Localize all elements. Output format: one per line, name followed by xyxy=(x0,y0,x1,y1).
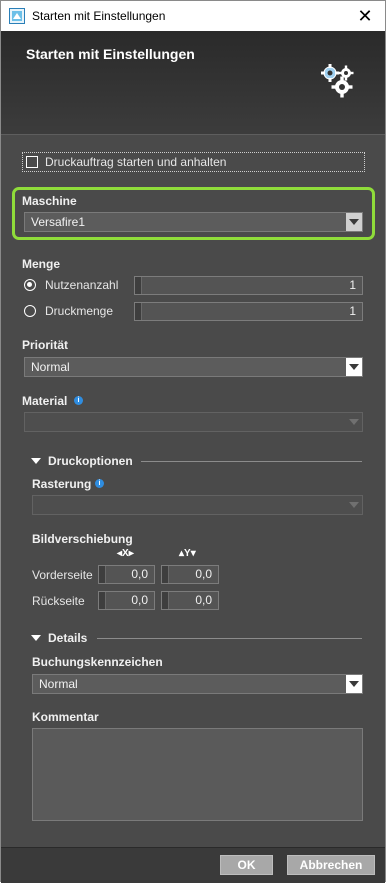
druckoptionen-collapse-icon[interactable] xyxy=(31,458,41,464)
input-grip xyxy=(162,592,169,609)
prioritaet-select[interactable]: Normal xyxy=(24,357,363,377)
maschine-select[interactable]: Versafire1 xyxy=(24,212,363,232)
maschine-label: Maschine xyxy=(22,194,77,208)
gears-icon xyxy=(321,64,354,98)
input-grip xyxy=(135,303,142,320)
rueckseite-x-value: 0,0 xyxy=(131,593,148,607)
vorderseite-y-value: 0,0 xyxy=(195,567,212,581)
dialog-header: Starten mit Einstellungen xyxy=(1,31,385,135)
cancel-button[interactable]: Abbrechen xyxy=(287,855,375,875)
nutzenanzahl-radio[interactable] xyxy=(24,279,36,291)
buchung-select[interactable]: Normal xyxy=(32,674,363,694)
chevron-down-icon[interactable] xyxy=(346,675,362,693)
chevron-down-icon[interactable] xyxy=(346,496,362,514)
kommentar-label: Kommentar xyxy=(32,710,99,724)
dialog-window: Starten mit Einstellungen ✕ Starten mit … xyxy=(0,0,386,883)
app-icon xyxy=(9,8,25,24)
vorderseite-x-value: 0,0 xyxy=(131,567,148,581)
ok-button[interactable]: OK xyxy=(220,855,273,875)
chevron-down-icon[interactable] xyxy=(346,358,362,376)
x-header-label: X xyxy=(122,548,129,559)
rueckseite-x-input[interactable]: 0,0 xyxy=(98,591,155,610)
info-icon[interactable]: i xyxy=(74,396,83,405)
prioritaet-label: Priorität xyxy=(22,338,69,352)
close-icon[interactable]: ✕ xyxy=(351,4,379,28)
nutzenanzahl-input[interactable]: 1 xyxy=(134,276,363,295)
vorderseite-x-input[interactable]: 0,0 xyxy=(98,565,155,584)
rasterung-select[interactable] xyxy=(32,495,363,515)
druckmenge-radio[interactable] xyxy=(24,305,36,317)
prioritaet-value: Normal xyxy=(31,360,70,374)
menge-label: Menge xyxy=(22,257,61,271)
title-bar: Starten mit Einstellungen ✕ xyxy=(1,1,385,31)
druckmenge-value: 1 xyxy=(349,304,356,318)
nutzenanzahl-value: 1 xyxy=(349,278,356,292)
rueckseite-y-value: 0,0 xyxy=(195,593,212,607)
window-title: Starten mit Einstellungen xyxy=(32,9,166,23)
dialog-footer: OK Abbrechen xyxy=(1,847,385,883)
details-label[interactable]: Details xyxy=(48,631,87,645)
bildverschiebung-label: Bildverschiebung xyxy=(32,532,133,546)
input-grip xyxy=(135,277,142,294)
hold-checkbox-row[interactable]: Druckauftrag starten und anhalten xyxy=(22,152,365,172)
kommentar-textarea[interactable] xyxy=(32,728,363,821)
rasterung-label: Rasterung xyxy=(32,477,92,491)
info-icon[interactable]: i xyxy=(95,479,104,488)
chevron-down-icon[interactable] xyxy=(346,413,362,431)
material-label: Material xyxy=(22,394,68,408)
material-select[interactable] xyxy=(24,412,363,432)
druckoptionen-label[interactable]: Druckoptionen xyxy=(48,454,133,468)
hold-checkbox[interactable] xyxy=(26,156,38,168)
druckmenge-label: Druckmenge xyxy=(45,304,114,318)
vorderseite-label: Vorderseite xyxy=(32,568,93,582)
buchung-label: Buchungskennzeichen xyxy=(32,655,163,669)
x-header: ◂X▸ xyxy=(117,548,134,559)
section-divider xyxy=(97,638,362,639)
y-header: ▴Y▾ xyxy=(179,548,196,559)
rueckseite-y-input[interactable]: 0,0 xyxy=(161,591,219,610)
druckmenge-input[interactable]: 1 xyxy=(134,302,363,321)
input-grip xyxy=(99,566,106,583)
nutzenanzahl-label: Nutzenanzahl xyxy=(45,278,119,292)
chevron-down-icon[interactable] xyxy=(346,213,362,231)
section-divider xyxy=(141,461,362,462)
header-title: Starten mit Einstellungen xyxy=(26,46,195,62)
hold-checkbox-label: Druckauftrag starten und anhalten xyxy=(45,155,227,169)
buchung-value: Normal xyxy=(39,677,78,691)
input-grip xyxy=(162,566,169,583)
vorderseite-y-input[interactable]: 0,0 xyxy=(161,565,219,584)
maschine-value: Versafire1 xyxy=(31,215,86,229)
y-header-label: Y xyxy=(184,548,191,559)
input-grip xyxy=(99,592,106,609)
details-collapse-icon[interactable] xyxy=(31,635,41,641)
rueckseite-label: Rückseite xyxy=(32,594,85,608)
